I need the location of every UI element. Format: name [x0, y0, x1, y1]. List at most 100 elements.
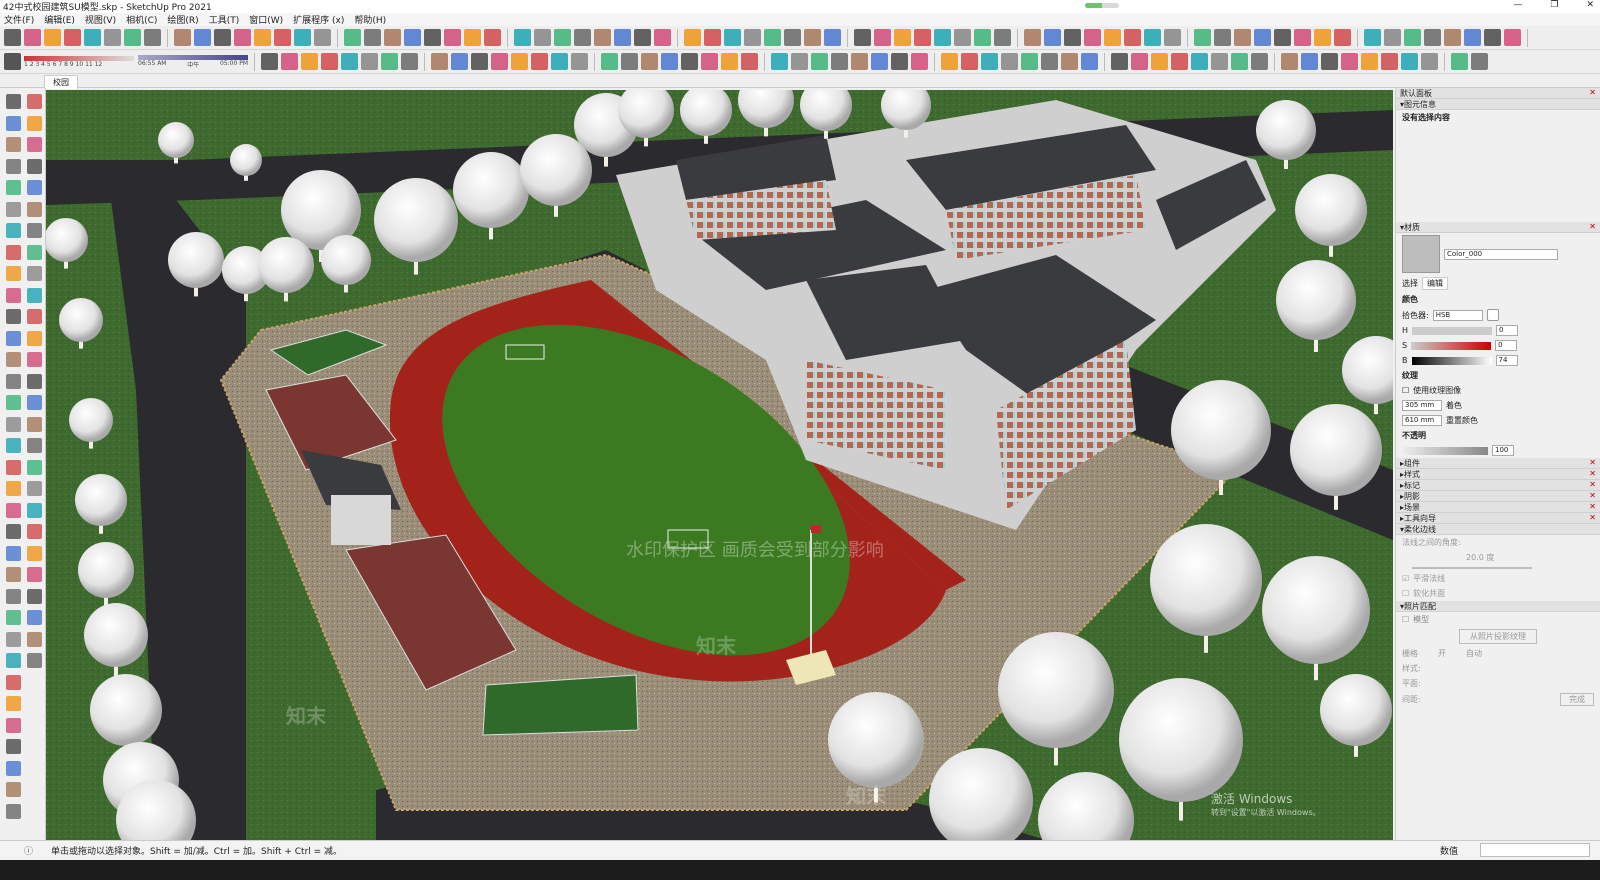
sat-input[interactable]: 0 [1495, 340, 1518, 351]
tool-icon[interactable] [27, 588, 42, 604]
minimize-icon[interactable]: — [1513, 0, 1522, 10]
tool-icon[interactable] [684, 29, 701, 46]
tool-icon[interactable] [1401, 52, 1418, 70]
tool-icon[interactable] [27, 223, 42, 238]
tool-icon[interactable] [1061, 52, 1078, 70]
tool-icon[interactable] [1464, 29, 1481, 46]
tool-icon[interactable] [274, 29, 291, 46]
tool-icon[interactable] [914, 29, 931, 46]
tool-icon[interactable] [27, 373, 42, 389]
tool-icon[interactable] [621, 52, 638, 70]
tray-section[interactable]: ▸ 标记 ✕ [1396, 480, 1600, 491]
tool-icon[interactable] [401, 52, 418, 70]
tool-icon[interactable] [341, 52, 358, 70]
material-name-field[interactable]: Color_000 [1444, 248, 1558, 260]
tool-icon[interactable] [1451, 52, 1468, 70]
tool-icon[interactable] [641, 52, 658, 70]
hue-slider[interactable] [1412, 326, 1493, 335]
tool-icon[interactable] [894, 29, 911, 46]
tool-icon[interactable] [1234, 29, 1251, 46]
tool-icon[interactable] [424, 29, 441, 46]
tool-icon[interactable] [27, 266, 42, 281]
tool-icon[interactable] [6, 244, 21, 260]
tool-icon[interactable] [1171, 52, 1188, 70]
texture-width[interactable]: 305 mm [1402, 400, 1442, 411]
tool-icon[interactable] [1081, 52, 1098, 70]
tool-icon[interactable] [381, 52, 398, 70]
smooth-normals[interactable]: ☑ 平滑法线 [1396, 571, 1600, 586]
tool-icon[interactable] [1381, 52, 1398, 70]
tool-icon[interactable] [6, 352, 21, 367]
tool-icon[interactable] [554, 29, 571, 46]
tool-icon[interactable] [961, 52, 978, 70]
tool-icon[interactable] [404, 29, 421, 46]
menu-item[interactable]: 工具(T) [209, 13, 240, 26]
tool-icon[interactable] [361, 52, 378, 70]
tool-icon[interactable] [27, 567, 42, 582]
tool-icon[interactable] [451, 52, 468, 70]
tool-icon[interactable] [27, 330, 42, 346]
tool-icon[interactable] [281, 52, 298, 70]
tool-icon[interactable] [1334, 29, 1351, 46]
reset-color-button[interactable]: 重置颜色 [1446, 415, 1478, 426]
close-icon[interactable]: ✕ [1586, 0, 1594, 10]
tool-icon[interactable] [261, 52, 278, 70]
tool-icon[interactable] [1504, 29, 1521, 46]
tool-icon[interactable] [6, 266, 21, 281]
tool-icon[interactable] [764, 29, 781, 46]
tool-icon[interactable] [874, 29, 891, 46]
tool-icon[interactable] [6, 309, 21, 324]
tool-icon[interactable] [6, 115, 21, 131]
tool-icon[interactable] [484, 29, 501, 46]
tab-select[interactable]: 选择 [1402, 278, 1418, 289]
tool-icon[interactable] [104, 29, 121, 46]
tool-icon[interactable] [6, 782, 21, 797]
tool-icon[interactable] [891, 52, 908, 70]
tool-icon[interactable] [681, 52, 698, 70]
eraser-icon[interactable] [4, 53, 21, 70]
tray-section[interactable]: ▸ 样式 ✕ [1396, 469, 1600, 480]
tool-icon[interactable] [811, 52, 828, 70]
tool-icon[interactable] [64, 29, 81, 46]
tool-icon[interactable] [6, 416, 21, 432]
tool-icon[interactable] [6, 545, 21, 561]
tool-icon[interactable] [1151, 52, 1168, 70]
grab-button[interactable]: 从照片投影纹理 [1396, 627, 1600, 646]
entity-info-header[interactable]: ▾ 图元信息 [1396, 99, 1600, 110]
tool-icon[interactable] [344, 29, 361, 46]
tool-icon[interactable] [1341, 52, 1358, 70]
tool-icon[interactable] [27, 352, 42, 367]
tool-icon[interactable] [314, 29, 331, 46]
tool-icon[interactable] [27, 395, 42, 410]
materials-header[interactable]: ▾ 材质 ✕ [1396, 222, 1600, 233]
tool-icon[interactable] [1274, 29, 1291, 46]
menu-item[interactable]: 窗口(W) [249, 13, 283, 26]
menu-item[interactable]: 编辑(E) [44, 13, 75, 26]
month-slider[interactable] [24, 55, 134, 61]
tool-icon[interactable] [6, 287, 21, 303]
tool-icon[interactable] [84, 29, 101, 46]
tool-icon[interactable] [1444, 29, 1461, 46]
menu-item[interactable]: 帮助(H) [354, 13, 386, 26]
tool-icon[interactable] [1294, 29, 1311, 46]
tool-icon[interactable] [6, 803, 21, 819]
tool-icon[interactable] [294, 29, 311, 46]
tool-icon[interactable] [27, 244, 42, 260]
tool-icon[interactable] [6, 524, 21, 539]
tool-icon[interactable] [27, 653, 42, 668]
tool-icon[interactable] [594, 29, 611, 46]
tool-icon[interactable] [27, 610, 42, 625]
tool-icon[interactable] [804, 29, 821, 46]
tool-icon[interactable] [144, 29, 161, 46]
tool-icon[interactable] [471, 52, 488, 70]
close-icon[interactable]: ✕ [1589, 88, 1596, 97]
tool-icon[interactable] [744, 29, 761, 46]
tool-icon[interactable] [1104, 29, 1121, 46]
tool-icon[interactable] [1314, 29, 1331, 46]
tool-icon[interactable] [1131, 52, 1148, 70]
tool-icon[interactable] [1404, 29, 1421, 46]
opacity-input[interactable]: 100 [1492, 445, 1514, 456]
tool-icon[interactable] [784, 29, 801, 46]
tool-icon[interactable] [1041, 52, 1058, 70]
tool-icon[interactable] [724, 29, 741, 46]
